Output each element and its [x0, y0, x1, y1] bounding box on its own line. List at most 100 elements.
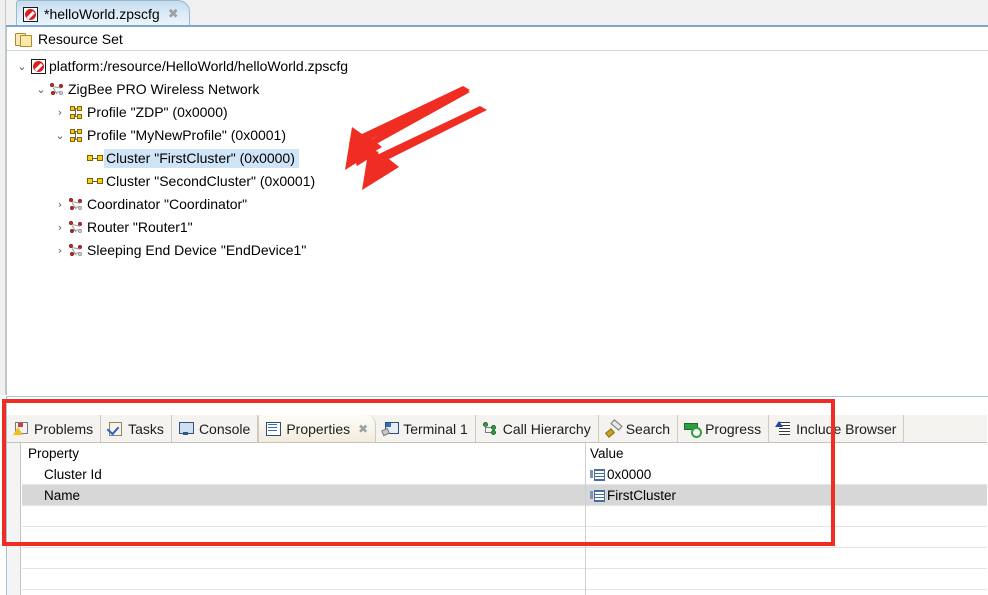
column-header-property-label: Property	[28, 446, 80, 461]
tree-item[interactable]: ⌄ Profile "MyNewProfile" (0x0001)	[7, 124, 988, 147]
property-value-cell[interactable]: 0x0000	[585, 463, 987, 485]
tree-item-label: Cluster "FirstCluster" (0x0000)	[104, 149, 299, 168]
property-row-empty[interactable]	[22, 547, 987, 569]
tree-item-label: ZigBee PRO Wireless Network	[68, 81, 260, 97]
tree-item-label: Profile "MyNewProfile" (0x0001)	[87, 127, 287, 143]
tree-item-icon-wrap	[67, 105, 85, 120]
resource-set-label: Resource Set	[38, 30, 123, 47]
tree-item-icon-wrap	[67, 128, 85, 143]
chevron-right-icon[interactable]: ›	[53, 107, 67, 118]
view-tab-row[interactable]: Problems Tasks Console Properties ✖ Terminal …	[7, 415, 987, 443]
tree-item-icon-wrap	[86, 176, 104, 187]
tree-item[interactable]: ⌄ platform:/resource/HelloWorld/helloWorl…	[7, 55, 988, 78]
tree-item-label: Cluster "SecondCluster" (0x0001)	[106, 173, 316, 189]
chevron-right-icon[interactable]: ›	[53, 199, 67, 210]
view-tab-label: Terminal 1	[403, 420, 468, 437]
model-tree[interactable]: ⌄ platform:/resource/HelloWorld/helloWorl…	[7, 52, 988, 395]
column-header-value-label: Value	[590, 446, 624, 461]
view-tab-problems[interactable]: Problems	[7, 415, 102, 442]
properties-header-row: Property Value	[22, 443, 987, 464]
tree-item[interactable]: › Router "Router1"	[7, 216, 988, 239]
view-tab-label: Search	[625, 420, 671, 437]
property-value-cell	[585, 505, 987, 527]
tree-item-icon-wrap	[67, 243, 85, 258]
bottom-panel-top-strip	[7, 397, 987, 415]
resource-set-header: Resource Set	[7, 27, 988, 51]
view-tab-properties[interactable]: Properties ✖	[258, 415, 377, 442]
editor-tab-row: *helloWorld.zpscfg ✖	[6, 0, 988, 27]
property-name-cell: Cluster Id	[22, 467, 585, 482]
properties-gutter	[7, 443, 21, 595]
properties-table[interactable]: Property Value Cluster Id 0x0000 Name FirstCl…	[22, 443, 987, 595]
tree-item[interactable]: ⌄ ZigBee PRO Wireless Network	[7, 78, 988, 101]
editor-tab-helloworld[interactable]: *helloWorld.zpscfg ✖	[16, 0, 190, 27]
resource-set-icon	[15, 31, 32, 47]
property-row-empty[interactable]	[22, 505, 987, 527]
view-tab-call-hierarchy[interactable]: Call Hierarchy	[475, 415, 599, 442]
chevron-right-icon[interactable]: ›	[53, 245, 67, 256]
property-value-cell	[585, 589, 987, 595]
chevron-down-icon[interactable]: ⌄	[15, 61, 29, 72]
zpscfg-file-icon	[30, 59, 46, 74]
view-tab-label: Problems	[34, 420, 94, 437]
chevron-down-icon[interactable]: ⌄	[53, 130, 67, 141]
zpscfg-file-icon	[23, 6, 38, 22]
progress-icon	[684, 421, 703, 438]
view-tab-search[interactable]: Search	[598, 415, 679, 442]
property-row[interactable]: Cluster Id 0x0000	[22, 463, 987, 485]
view-tab-label: Properties	[286, 420, 351, 437]
tree-item[interactable]: Cluster "SecondCluster" (0x0001)	[7, 170, 988, 193]
property-value-cell[interactable]: FirstCluster	[585, 484, 987, 506]
tree-item[interactable]: Cluster "FirstCluster" (0x0000)	[7, 147, 988, 170]
view-tab-progress[interactable]: Progress	[678, 415, 770, 442]
property-value-cell	[585, 547, 987, 569]
view-tab-label: Progress	[705, 420, 762, 437]
tree-item-label: platform:/resource/HelloWorld/helloWorld…	[49, 58, 349, 74]
close-icon[interactable]: ✖	[358, 423, 368, 435]
view-tab-label: Console	[198, 420, 251, 437]
eclipse-window: *helloWorld.zpscfg ✖ Resource Set ⌄ platf…	[0, 0, 988, 595]
property-value-label: FirstCluster	[607, 487, 677, 503]
view-tab-label: Tasks	[128, 420, 164, 437]
property-row-empty[interactable]	[22, 589, 987, 595]
terminal-icon	[381, 421, 400, 437]
view-tab-terminal-1[interactable]: Terminal 1	[376, 415, 476, 442]
network-icon	[49, 82, 65, 97]
tree-item-icon-wrap	[86, 153, 104, 164]
property-name-label: Name	[44, 487, 81, 503]
tree-item-label: Coordinator "Coordinator"	[87, 196, 248, 212]
property-value-cell	[585, 568, 987, 590]
close-icon[interactable]: ✖	[168, 8, 179, 21]
tree-item[interactable]: › Coordinator "Coordinator"	[7, 193, 988, 216]
tree-item-icon-wrap	[29, 59, 47, 74]
coordinator-icon	[68, 197, 84, 212]
call-hierarchy-icon	[482, 421, 498, 436]
tree-item[interactable]: › Sleeping End Device "EndDevice1"	[7, 239, 988, 262]
view-tab-console[interactable]: Console	[171, 415, 259, 442]
tree-item[interactable]: › Profile "ZDP" (0x0000)	[7, 101, 988, 124]
chevron-right-icon[interactable]: ›	[53, 222, 67, 233]
column-header-property: Property	[22, 446, 585, 461]
profile-icon	[69, 128, 84, 143]
editor-tab-label: *helloWorld.zpscfg	[44, 6, 160, 22]
editor-area: *helloWorld.zpscfg ✖ Resource Set ⌄ platf…	[0, 0, 988, 395]
cluster-icon	[86, 176, 104, 187]
property-row-empty[interactable]	[22, 568, 987, 590]
property-row-empty[interactable]	[22, 526, 987, 548]
view-tab-label: Call Hierarchy	[502, 420, 591, 437]
profile-icon	[69, 105, 84, 120]
property-name-cell: Name	[22, 488, 585, 503]
view-tab-tasks[interactable]: Tasks	[101, 415, 172, 442]
tree-item-icon-wrap	[48, 82, 66, 97]
view-tab-include-browser[interactable]: Include Browser	[769, 415, 905, 442]
include-browser-icon	[775, 421, 791, 436]
chevron-down-icon[interactable]: ⌄	[34, 84, 48, 95]
console-icon	[178, 421, 194, 436]
problems-icon	[13, 421, 29, 436]
tree-item-icon-wrap	[67, 197, 85, 212]
value-text-icon	[590, 468, 605, 481]
bottom-view-panel: Problems Tasks Console Properties ✖ Terminal …	[6, 396, 988, 595]
column-header-value: Value	[585, 443, 987, 464]
property-row[interactable]: Name FirstCluster	[22, 484, 987, 506]
property-value-cell	[585, 526, 987, 548]
